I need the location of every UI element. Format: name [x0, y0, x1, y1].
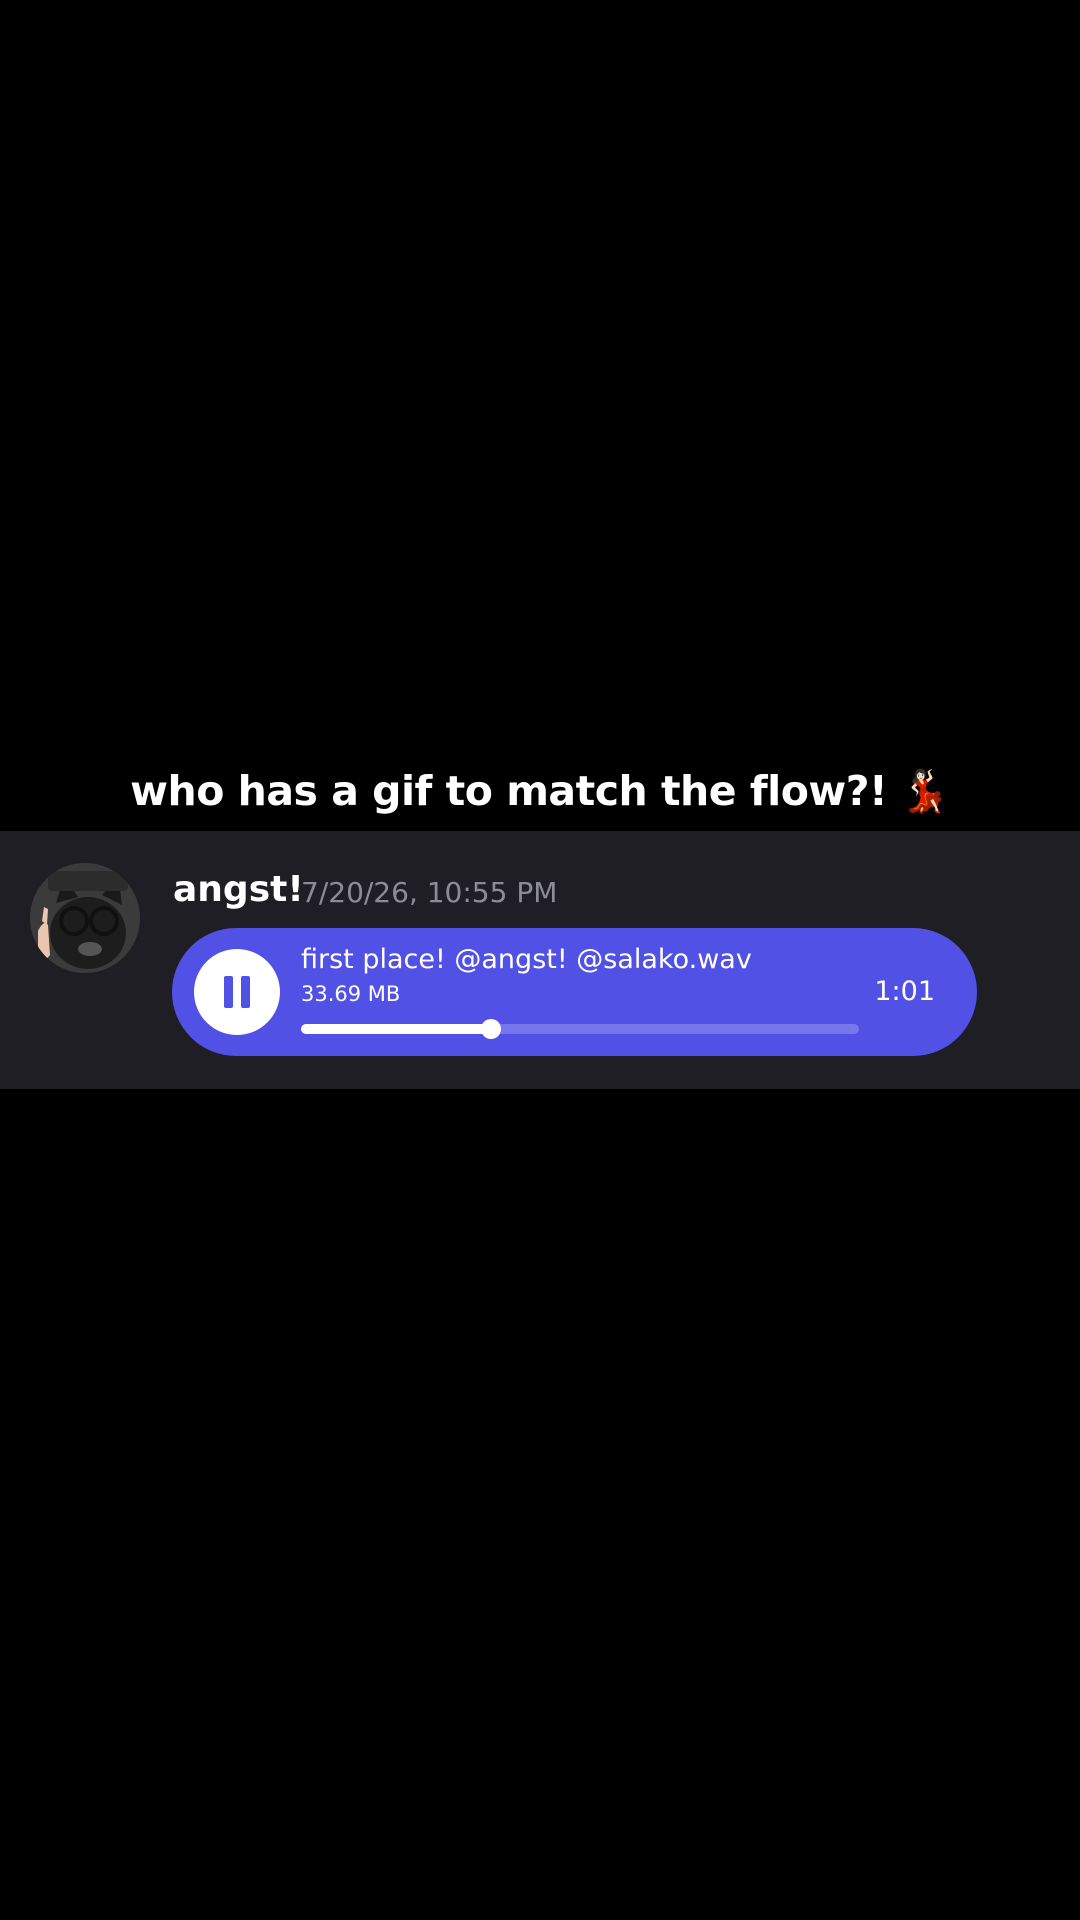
- pause-button[interactable]: [194, 949, 280, 1035]
- audio-progress-bar[interactable]: [301, 1019, 859, 1039]
- audio-attachment: first place! @angst! @salako.wav 33.69 M…: [172, 928, 977, 1056]
- caption-text: who has a gif to match the flow?!: [130, 767, 888, 815]
- pause-icon-bar: [241, 976, 250, 1008]
- pause-icon: [224, 976, 233, 1008]
- message-timestamp: 7/20/26, 10:55 PM: [301, 876, 558, 909]
- audio-file-name: first place! @angst! @salako.wav: [301, 944, 752, 975]
- audio-duration: 1:01: [874, 976, 935, 1007]
- audio-progress-fill: [301, 1024, 491, 1034]
- chat-message: angst! 7/20/26, 10:55 PM first place! @a…: [0, 831, 1080, 1089]
- avatar[interactable]: [30, 863, 140, 973]
- video-caption: who has a gif to match the flow?! 💃🏻: [0, 762, 1080, 820]
- cat-avatar-icon: [30, 863, 140, 973]
- username[interactable]: angst!: [173, 867, 304, 913]
- audio-file-size: 33.69 MB: [301, 982, 401, 1006]
- audio-progress-handle[interactable]: [480, 1019, 501, 1039]
- dancer-emoji-icon: 💃🏻: [899, 767, 950, 815]
